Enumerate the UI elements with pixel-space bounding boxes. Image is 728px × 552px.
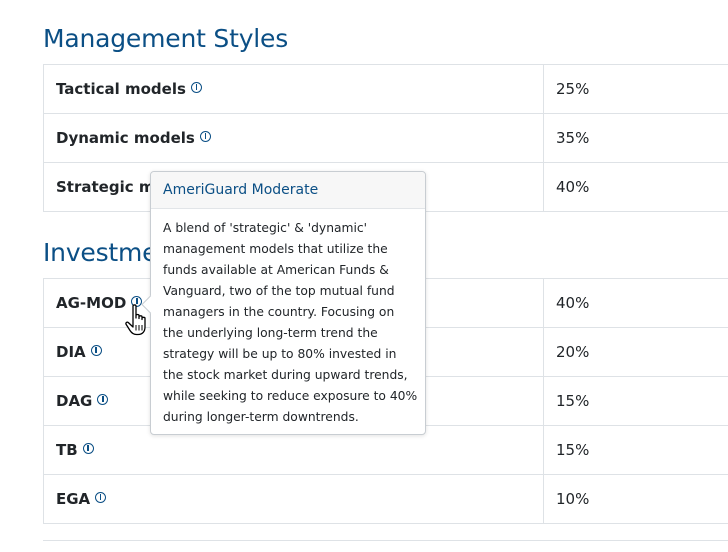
- management-styles-title: Management Styles: [43, 24, 289, 53]
- row-value: 35%: [543, 113, 728, 163]
- row-value: 15%: [543, 376, 728, 426]
- popover-body: A blend of 'strategic' & 'dynamic' manag…: [151, 209, 425, 428]
- hand-pointer-icon: [125, 304, 146, 336]
- table-row: Tactical models 25%: [43, 64, 728, 114]
- info-popover: AmeriGuard Moderate A blend of 'strategi…: [141, 171, 426, 435]
- row-label: DIA: [56, 343, 86, 361]
- popover-line: Vanguard, two of the top mutual fund: [163, 284, 395, 298]
- info-icon[interactable]: [190, 82, 202, 93]
- popover-line: A blend of 'strategic' & 'dynamic': [163, 221, 368, 235]
- row-value: 20%: [543, 327, 728, 377]
- popover-line: management models that utilize the: [163, 242, 388, 256]
- info-icon[interactable]: [199, 131, 211, 142]
- row-value: 10%: [543, 474, 728, 524]
- popover-line: while seeking to reduce exposure to 40%: [163, 389, 418, 403]
- row-label: AG-MOD: [56, 294, 127, 312]
- popover-line: during longer-term downtrends.: [163, 410, 359, 424]
- row-label: Dynamic models: [56, 129, 195, 147]
- row-value: 40%: [543, 162, 728, 212]
- popover-line: strategy will be up to 80% invested in: [163, 347, 397, 361]
- popover-title: AmeriGuard Moderate: [151, 172, 425, 209]
- info-icon[interactable]: [90, 345, 102, 356]
- popover-line: managers in the country. Focusing on: [163, 305, 395, 319]
- row-value: 15%: [543, 425, 728, 475]
- popover-line: funds available at American Funds &: [163, 263, 389, 277]
- row-value: 40%: [543, 278, 728, 328]
- popover-line: the stock market during upward trends,: [163, 368, 408, 382]
- row-label: DAG: [56, 392, 93, 410]
- info-icon[interactable]: [82, 443, 94, 454]
- row-label: Tactical models: [56, 80, 186, 98]
- table-row: EGA 10%: [43, 474, 728, 524]
- row-label: EGA: [56, 490, 91, 508]
- row-value: 25%: [543, 64, 728, 114]
- row-label: TB: [56, 441, 78, 459]
- table-row: Dynamic models 35%: [43, 113, 728, 163]
- popover-line: the underlying long-term trend the: [163, 326, 378, 340]
- info-icon[interactable]: [95, 492, 107, 503]
- section-divider: [43, 540, 728, 541]
- info-icon[interactable]: [97, 394, 109, 405]
